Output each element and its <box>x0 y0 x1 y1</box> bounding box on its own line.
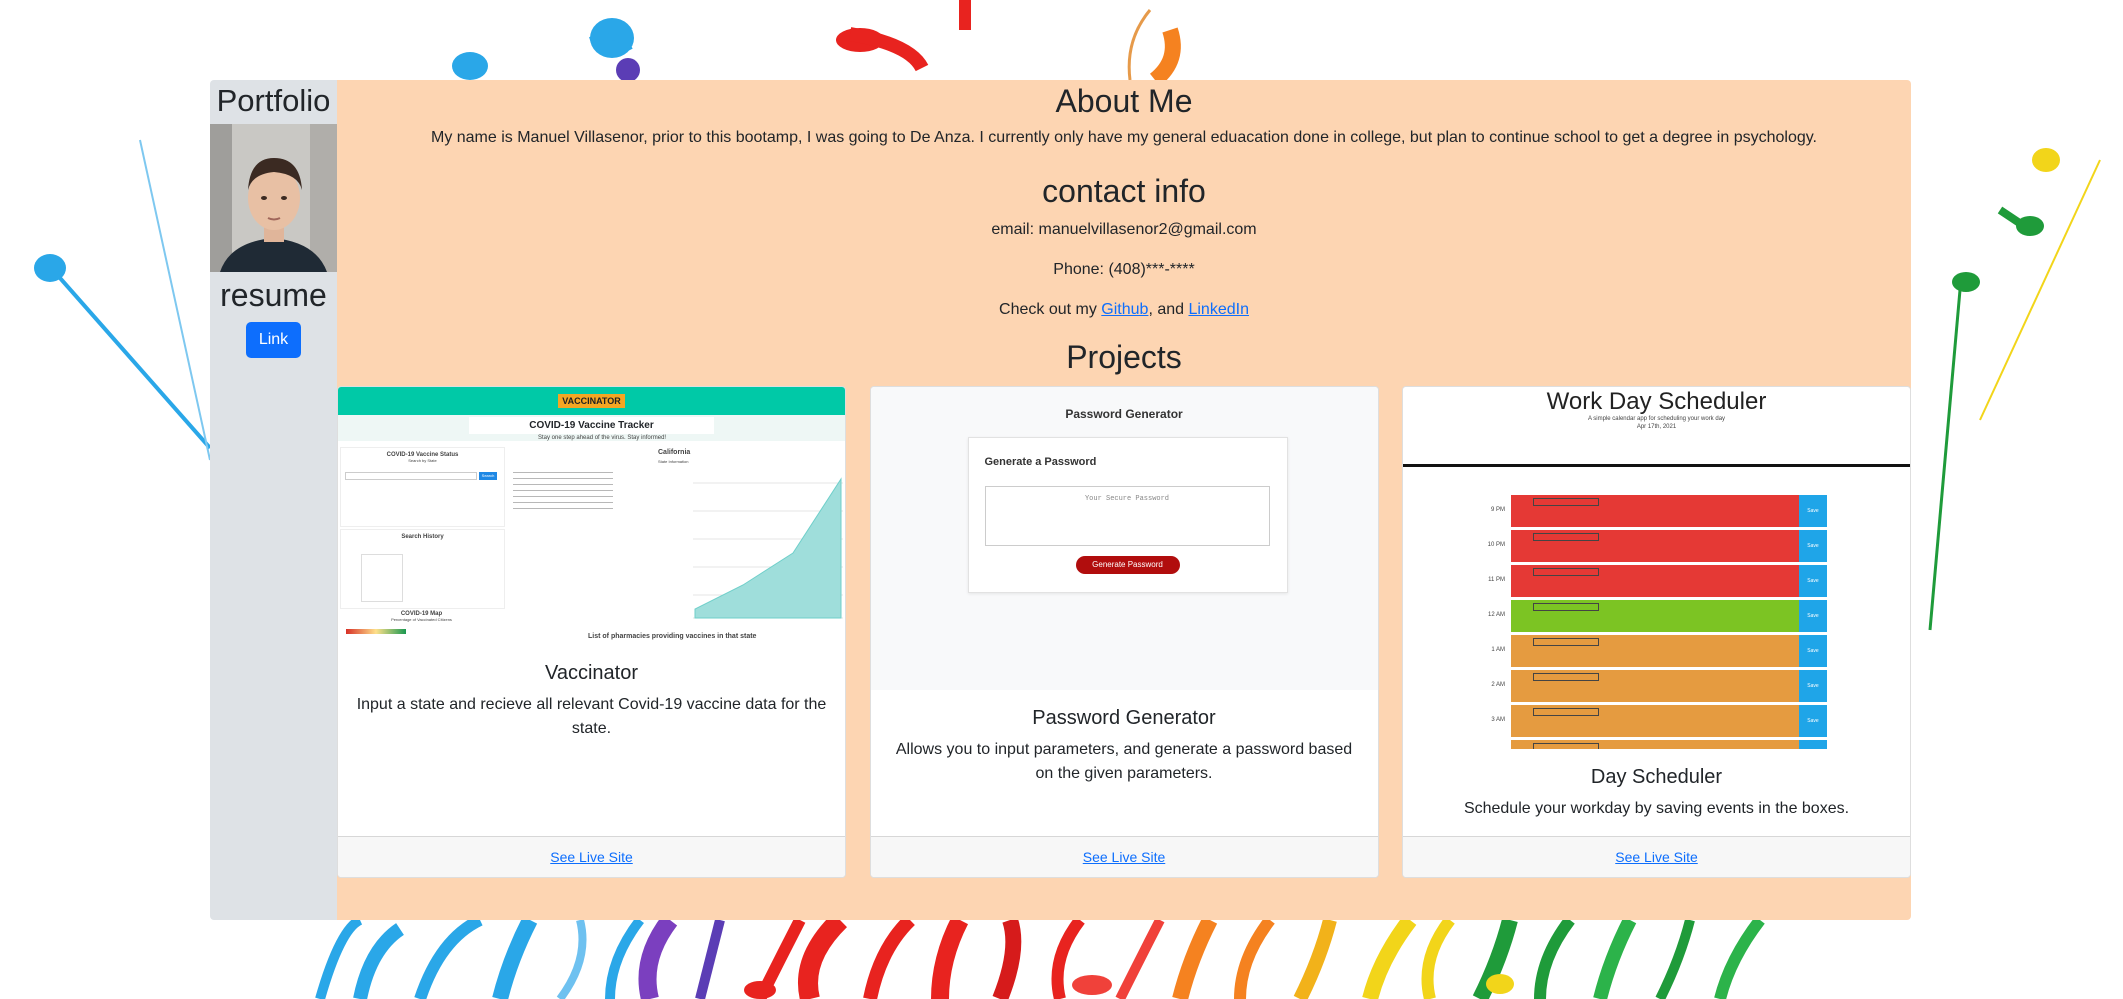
see-live-site-link[interactable]: See Live Site <box>550 849 633 865</box>
vaccinator-stats-lines <box>513 469 613 509</box>
vaccinator-state-sub: State Information <box>658 459 689 464</box>
pw-preview-box: Generate a Password Your Secure Password… <box>967 437 1288 593</box>
checkout-mid: , and <box>1148 301 1189 318</box>
day-scheduler-screenshot: Work Day Scheduler A simple calendar app… <box>1403 387 1910 749</box>
card-title: Vaccinator <box>544 662 638 684</box>
contact-title: contact info <box>1042 173 1206 209</box>
card-body: Password Generator Allows you to input p… <box>871 690 1378 836</box>
vaccinator-history-title: Search History <box>401 534 444 540</box>
vaccinator-area-chart <box>693 477 843 619</box>
about-text: My name is Manuel Villasenor, prior to t… <box>430 129 1817 146</box>
ds-preview-hour: 9 PM <box>1490 507 1505 513</box>
ds-preview-input <box>1533 568 1599 576</box>
card-text: Schedule your workday by saving events i… <box>1463 800 1850 817</box>
vaccinator-map-legend <box>346 629 406 634</box>
ds-preview-row: 11 PM Save <box>1471 565 1827 597</box>
vaccinator-search-input <box>345 472 477 480</box>
ds-preview-hour: 11 PM <box>1488 577 1505 583</box>
ds-preview-hour: 2 AM <box>1491 682 1505 688</box>
card-text: Input a state and recieve all relevant C… <box>356 696 827 737</box>
about-title: About Me <box>1055 83 1193 119</box>
project-card-password-generator: Password Generator Generate a Password Y… <box>869 386 1379 878</box>
vaccinator-heading: COVID-19 Vaccine Tracker <box>469 417 714 434</box>
ds-preview-input <box>1533 673 1599 681</box>
ds-preview-input <box>1533 533 1599 541</box>
pw-preview-generate-button: Generate Password <box>1075 556 1180 574</box>
ds-preview-save: Save <box>1799 565 1827 597</box>
vaccinator-status-sub: Search by State <box>408 458 437 463</box>
checkout-prefix: Check out my <box>999 301 1102 318</box>
pw-preview-heading: Password Generator <box>1065 407 1183 421</box>
ds-preview-save: Save <box>1799 530 1827 562</box>
pw-preview-box-title: Generate a Password <box>984 456 1097 468</box>
sidebar: Portfolio resume Link <box>210 80 337 920</box>
ds-preview-input <box>1533 708 1599 716</box>
sidebar-title: Portfolio <box>216 83 331 118</box>
ds-preview-row: 1 AM Save <box>1471 635 1827 667</box>
ds-preview-input <box>1533 498 1599 506</box>
vaccinator-search-button: Search <box>479 472 497 480</box>
vaccinator-state-title: California <box>658 449 691 456</box>
portfolio-container: Portfolio resume Link About Me My name i… <box>210 80 1911 920</box>
password-generator-screenshot: Password Generator Generate a Password Y… <box>870 387 1378 690</box>
ds-preview-save: Save <box>1799 635 1827 667</box>
ds-preview-row: 12 AM Save <box>1471 600 1827 632</box>
card-title: Password Generator <box>1032 707 1216 729</box>
vaccinator-screenshot: VACCINATOR COVID-19 Vaccine Tracker Stay… <box>338 387 845 645</box>
ds-preview-row: 4 AMSave <box>1471 740 1827 749</box>
vaccinator-history-list <box>361 554 403 602</box>
contact-email: email: manuelvillasenor2@gmail.com <box>991 221 1257 238</box>
ds-preview-save: Save <box>1799 705 1827 737</box>
ds-preview-date: Apr 17th, 2021 <box>1636 424 1677 430</box>
card-footer: See Live Site <box>1403 836 1910 877</box>
ds-preview-input <box>1533 638 1599 646</box>
ds-preview-rule <box>1403 464 1910 467</box>
ds-preview-row: 9 PM Save <box>1471 495 1827 527</box>
ds-preview-row: 10 PM Save <box>1471 530 1827 562</box>
card-title: Day Scheduler <box>1590 766 1723 788</box>
ds-preview-hour: 12 AM <box>1487 612 1505 618</box>
card-footer: See Live Site <box>870 836 1378 877</box>
linkedin-link[interactable]: LinkedIn <box>1188 301 1249 318</box>
project-cards: VACCINATOR COVID-19 Vaccine Tracker Stay… <box>337 386 1911 878</box>
vaccinator-history-panel: Search History <box>340 529 505 609</box>
see-live-site-link[interactable]: See Live Site <box>1083 849 1166 865</box>
contact-phone: Phone: (408)***-**** <box>1053 261 1195 278</box>
projects-title: Projects <box>1066 339 1182 375</box>
ds-preview-hour: 3 AM <box>1491 717 1505 723</box>
ds-preview-save: Save <box>1799 495 1827 527</box>
card-footer: See Live Site <box>338 836 845 877</box>
card-text: Allows you to input parameters, and gene… <box>895 741 1353 782</box>
main-content: About Me My name is Manuel Villasenor, p… <box>337 80 1911 920</box>
vaccinator-pharmacy-line: List of pharmacies providing vaccines in… <box>588 633 757 640</box>
ds-preview-save: Save <box>1799 740 1827 749</box>
vaccinator-subheading: Stay one step ahead of the virus. Stay i… <box>538 435 667 441</box>
ds-preview-hour: 1 AM <box>1491 647 1505 653</box>
project-card-vaccinator: VACCINATOR COVID-19 Vaccine Tracker Stay… <box>337 386 846 878</box>
project-card-day-scheduler: Work Day Scheduler A simple calendar app… <box>1402 386 1911 878</box>
profile-photo <box>210 124 337 272</box>
ds-preview-save: Save <box>1799 600 1827 632</box>
ds-preview-subheading: A simple calendar app for scheduling you… <box>1587 416 1726 422</box>
pw-preview-textarea: Your Secure Password <box>984 486 1270 546</box>
github-link[interactable]: Github <box>1101 301 1148 318</box>
ds-preview-row: 2 AM Save <box>1471 670 1827 702</box>
vaccinator-logo: VACCINATOR <box>558 394 625 408</box>
vaccinator-map-panel: COVID-19 Map Percentage of Vaccinated Ci… <box>340 611 503 643</box>
vaccinator-map-sub: Percentage of Vaccinated Citizens <box>391 617 452 622</box>
ds-preview-heading: Work Day Scheduler <box>1546 388 1767 415</box>
card-body: Vaccinator Input a state and recieve all… <box>338 645 845 836</box>
resume-title: resume <box>220 277 327 313</box>
ds-preview-row: 3 AM Save <box>1471 705 1827 737</box>
vaccinator-header-bar: VACCINATOR <box>338 387 845 415</box>
card-body: Day Scheduler Schedule your workday by s… <box>1403 749 1910 836</box>
resume-link-button[interactable]: Link <box>245 322 302 358</box>
ds-preview-input <box>1533 743 1599 749</box>
ds-preview-input <box>1533 603 1599 611</box>
contact-links: Check out my Github, and LinkedIn <box>999 299 1249 321</box>
ds-preview-save: Save <box>1799 670 1827 702</box>
vaccinator-status-panel: COVID-19 Vaccine Status Search by State … <box>340 447 505 527</box>
see-live-site-link[interactable]: See Live Site <box>1615 849 1698 865</box>
ds-preview-hour: 10 PM <box>1487 542 1505 548</box>
